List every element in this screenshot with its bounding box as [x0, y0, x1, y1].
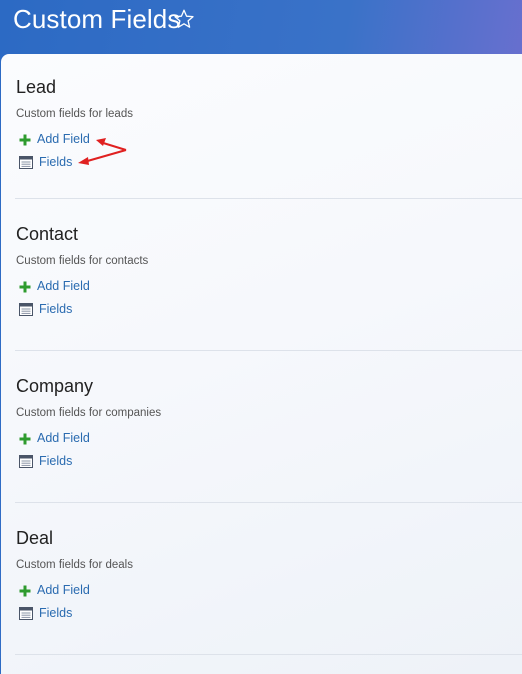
section-title: Deal — [16, 528, 54, 548]
fields-label: Fields — [39, 606, 73, 620]
contact-fields-link[interactable]: Fields — [19, 300, 72, 318]
list-icon — [19, 606, 33, 620]
divider — [15, 198, 522, 199]
section-title: Company — [16, 376, 94, 396]
section-description: Custom fields for deals — [16, 559, 133, 571]
fields-label: Fields — [39, 454, 73, 468]
list-icon — [19, 155, 33, 169]
deal-fields-link[interactable]: Fields — [19, 604, 72, 622]
plus-icon — [19, 133, 31, 146]
section-description: Custom fields for companies — [16, 407, 162, 419]
company-add-field-link[interactable]: Add Field — [19, 429, 90, 447]
divider — [15, 502, 522, 503]
add-field-label: Add Field — [37, 583, 90, 597]
page-title: Custom Fields — [13, 4, 181, 34]
section-description: Custom fields for leads — [16, 108, 133, 120]
star-icon[interactable] — [173, 8, 195, 30]
fields-label: Fields — [39, 155, 73, 169]
plus-icon — [19, 432, 31, 445]
plus-icon — [19, 280, 31, 293]
content-panel: Lead Custom fields for leads Add Field F… — [1, 54, 522, 674]
add-field-label: Add Field — [37, 132, 90, 146]
divider — [15, 350, 522, 351]
company-fields-link[interactable]: Fields — [19, 452, 72, 470]
section-description: Custom fields for contacts — [16, 255, 149, 267]
section-title: Lead — [16, 77, 57, 97]
divider — [15, 654, 522, 655]
list-icon — [19, 454, 33, 468]
add-field-label: Add Field — [37, 279, 90, 293]
add-field-label: Add Field — [37, 431, 90, 445]
plus-icon — [19, 584, 31, 597]
deal-add-field-link[interactable]: Add Field — [19, 581, 90, 599]
section-title: Contact — [16, 224, 79, 244]
contact-add-field-link[interactable]: Add Field — [19, 277, 90, 295]
lead-fields-link[interactable]: Fields — [19, 153, 72, 171]
lead-add-field-link[interactable]: Add Field — [19, 130, 90, 148]
header-bar: Custom Fields — [0, 0, 522, 54]
fields-label: Fields — [39, 302, 73, 316]
list-icon — [19, 302, 33, 316]
